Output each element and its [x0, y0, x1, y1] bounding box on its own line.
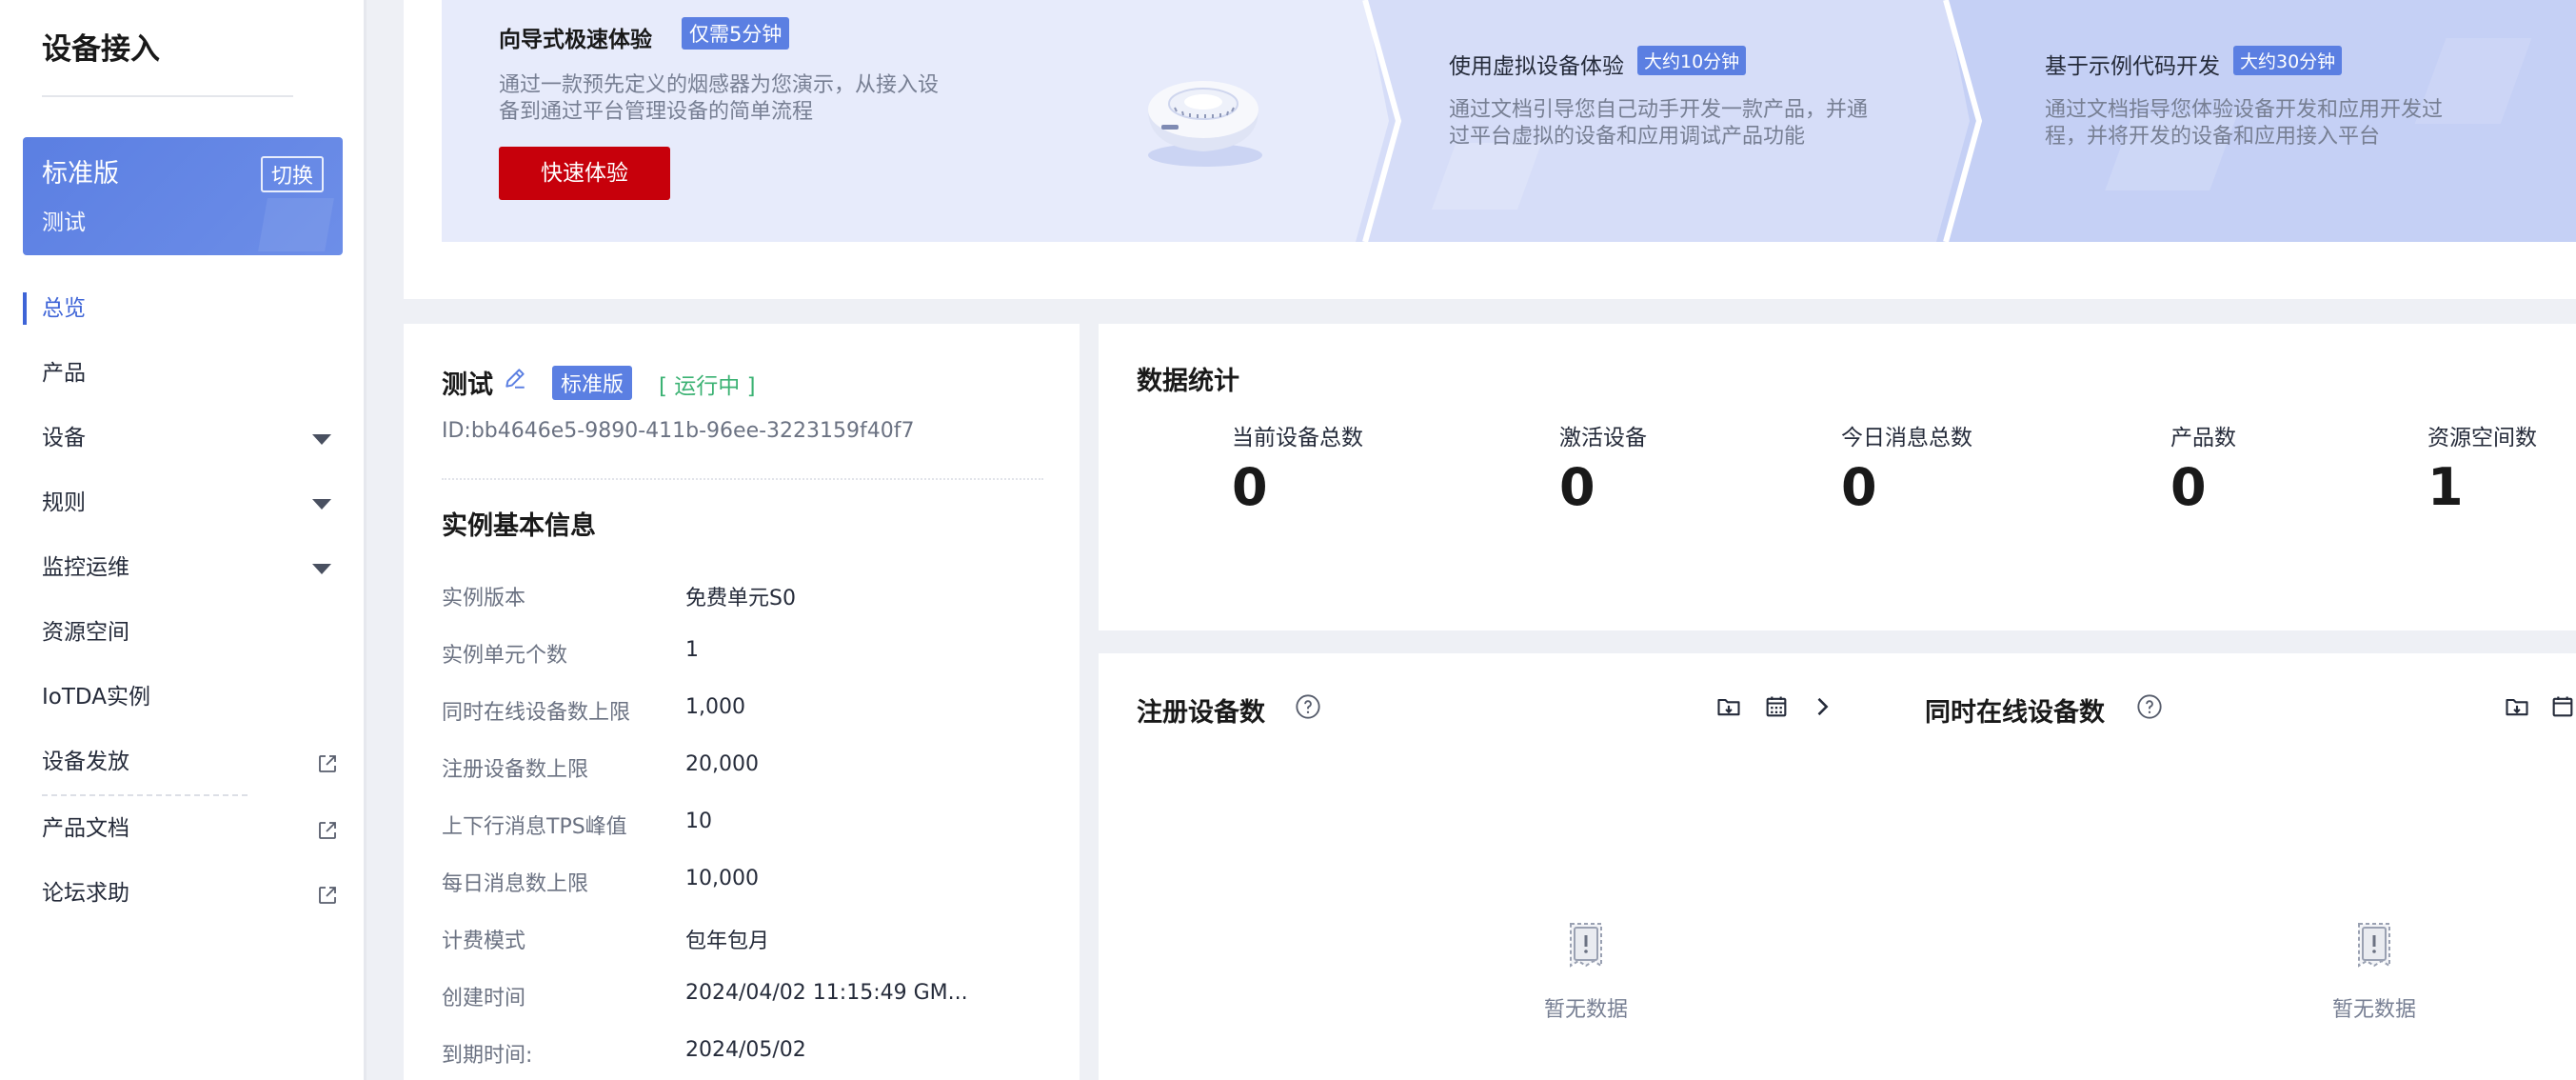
sidebar-item-label: 论坛求助 — [42, 881, 129, 906]
info-row-unit-count: 实例单元个数 1 — [442, 638, 699, 668]
sidebar-item-label: 总览 — [42, 296, 86, 321]
sidebar-item-products[interactable]: 产品 — [0, 341, 364, 406]
data-statistics-title: 数据统计 — [1137, 367, 1239, 396]
instance-basic-info-title: 实例基本信息 — [442, 511, 596, 541]
sidebar: 设备接入 标准版 切换 测试 总览 产品 设备 规则 监控运维 资源空间 IoT… — [0, 0, 367, 1080]
stat-current-devices: 当前设备总数 0 — [1232, 426, 1363, 517]
charts-panel: 注册设备数 暂无数据 同时在线设备数 暂无数据 — [1099, 653, 2576, 1080]
virtual-device-time-badge: 大约10分钟 — [1637, 46, 1747, 75]
sidebar-item-resource-spaces[interactable]: 资源空间 — [0, 600, 364, 665]
sample-code-time-badge: 大约30分钟 — [2233, 46, 2343, 75]
sidebar-item-label: 资源空间 — [42, 620, 129, 645]
sidebar-item-label: 设备发放 — [42, 750, 129, 774]
help-icon[interactable] — [1295, 693, 1321, 720]
info-row-version: 实例版本 免费单元S0 — [442, 587, 796, 610]
sidebar-item-iotda-instances[interactable]: IoTDA实例 — [0, 665, 364, 730]
caret-down-icon — [312, 499, 331, 510]
edit-icon[interactable] — [503, 366, 527, 390]
online-devices-title: 同时在线设备数 — [1925, 698, 2105, 728]
sidebar-divider — [42, 95, 293, 97]
info-row-tps-peak: 上下行消息TPS峰值 10 — [442, 810, 712, 839]
no-data-icon — [2358, 923, 2390, 968]
external-link-icon — [319, 755, 336, 772]
info-row-expiry-time: 到期时间: 2024/05/02 — [442, 1038, 806, 1068]
registered-devices-empty-state: 暂无数据 — [1491, 916, 1681, 1023]
instance-panel: 测试 标准版 [ 运行中 ] ID:bb4646e5-9890-411b-96e… — [404, 324, 1080, 1080]
calendar-icon[interactable] — [2549, 693, 2576, 720]
stat-resource-spaces: 资源空间数 1 — [2427, 426, 2537, 517]
info-row-registered-limit: 注册设备数上限 20,000 — [442, 752, 759, 782]
sidebar-item-label: 产品 — [42, 361, 86, 386]
sidebar-item-label: 设备 — [42, 426, 86, 450]
sidebar-item-product-docs[interactable]: 产品文档 — [0, 796, 364, 861]
sidebar-item-label: 产品文档 — [42, 816, 129, 841]
sidebar-title: 设备接入 — [42, 32, 160, 67]
virtual-device-description: 通过文档引导您自己动手开发一款产品，并通 过平台虚拟的设备和应用调试产品功能 — [1449, 98, 1869, 149]
switch-edition-button[interactable]: 切换 — [260, 156, 324, 192]
edition-card: 标准版 切换 测试 — [23, 137, 343, 255]
instance-name: 测试 — [442, 370, 493, 400]
export-folder-icon[interactable] — [2504, 693, 2530, 720]
info-row-online-limit: 同时在线设备数上限 1,000 — [442, 695, 745, 725]
instance-edition-badge: 标准版 — [552, 366, 633, 400]
wizard-title: 向导式极速体验 — [499, 28, 652, 52]
stat-today-messages: 今日消息总数 0 — [1841, 426, 1972, 517]
no-data-text: 暂无数据 — [2331, 998, 2416, 1022]
edition-name: 标准版 — [42, 159, 119, 189]
no-data-text: 暂无数据 — [1543, 998, 1628, 1022]
online-devices-empty-state: 暂无数据 — [2279, 916, 2469, 1023]
sidebar-item-device-provisioning[interactable]: 设备发放 — [0, 730, 364, 794]
calendar-icon[interactable] — [1763, 693, 1790, 720]
sample-code-description: 通过文档指导您体验设备开发和应用开发过 程，并将开发的设备和应用接入平台 — [2045, 98, 2444, 149]
sidebar-nav: 总览 产品 设备 规则 监控运维 资源空间 IoTDA实例 设备发放 产品文档 — [0, 276, 364, 926]
instance-id: ID:bb4646e5-9890-411b-96ee-3223159f40f7 — [442, 419, 915, 443]
registered-devices-title: 注册设备数 — [1137, 698, 1265, 728]
sidebar-item-label: IoTDA实例 — [42, 685, 150, 710]
info-row-created-time: 创建时间 2024/04/02 11:15:49 GM... — [442, 981, 968, 1010]
sidebar-item-monitoring[interactable]: 监控运维 — [0, 535, 364, 600]
quick-start-banner: 向导式极速体验 仅需5分钟 通过一款预先定义的烟感器为您演示，从接入设 备到通过… — [442, 0, 2576, 242]
stat-activated-devices: 激活设备 0 — [1559, 426, 1647, 517]
sidebar-item-devices[interactable]: 设备 — [0, 406, 364, 470]
wizard-description: 通过一款预先定义的烟感器为您演示，从接入设 备到通过平台管理设备的简单流程 — [499, 73, 940, 124]
export-folder-icon[interactable] — [1715, 693, 1742, 720]
sidebar-item-overview[interactable]: 总览 — [0, 276, 364, 341]
instance-divider — [442, 478, 1043, 480]
sidebar-item-label: 规则 — [42, 490, 86, 515]
no-data-icon — [1570, 923, 1602, 968]
smoke-detector-icon — [1148, 81, 1262, 167]
wizard-time-badge: 仅需5分钟 — [682, 17, 790, 50]
stat-products: 产品数 0 — [2170, 426, 2236, 517]
quick-experience-button[interactable]: 快速体验 — [499, 147, 670, 200]
sidebar-item-forum-help[interactable]: 论坛求助 — [0, 861, 364, 926]
help-icon[interactable] — [2136, 693, 2163, 720]
external-link-icon — [319, 887, 336, 904]
data-statistics-panel: 数据统计 当前设备总数 0 激活设备 0 今日消息总数 0 产品数 0 资源空间… — [1099, 324, 2576, 630]
instance-status: [ 运行中 ] — [659, 374, 756, 399]
chevron-right-icon[interactable] — [1809, 693, 1835, 720]
quick-start-banner-area: 向导式极速体验 仅需5分钟 通过一款预先定义的烟感器为您演示，从接入设 备到通过… — [404, 0, 2576, 299]
external-link-icon — [319, 822, 336, 839]
current-instance-name: 测试 — [42, 210, 86, 235]
sidebar-item-rules[interactable]: 规则 — [0, 470, 364, 535]
info-row-daily-messages: 每日消息数上限 10,000 — [442, 867, 759, 896]
caret-down-icon — [312, 434, 331, 445]
sidebar-item-label: 监控运维 — [42, 555, 129, 580]
virtual-device-title: 使用虚拟设备体验 — [1449, 54, 1624, 79]
info-row-billing-mode: 计费模式 包年包月 — [442, 930, 770, 953]
sample-code-title: 基于示例代码开发 — [2045, 54, 2220, 79]
caret-down-icon — [312, 564, 331, 574]
